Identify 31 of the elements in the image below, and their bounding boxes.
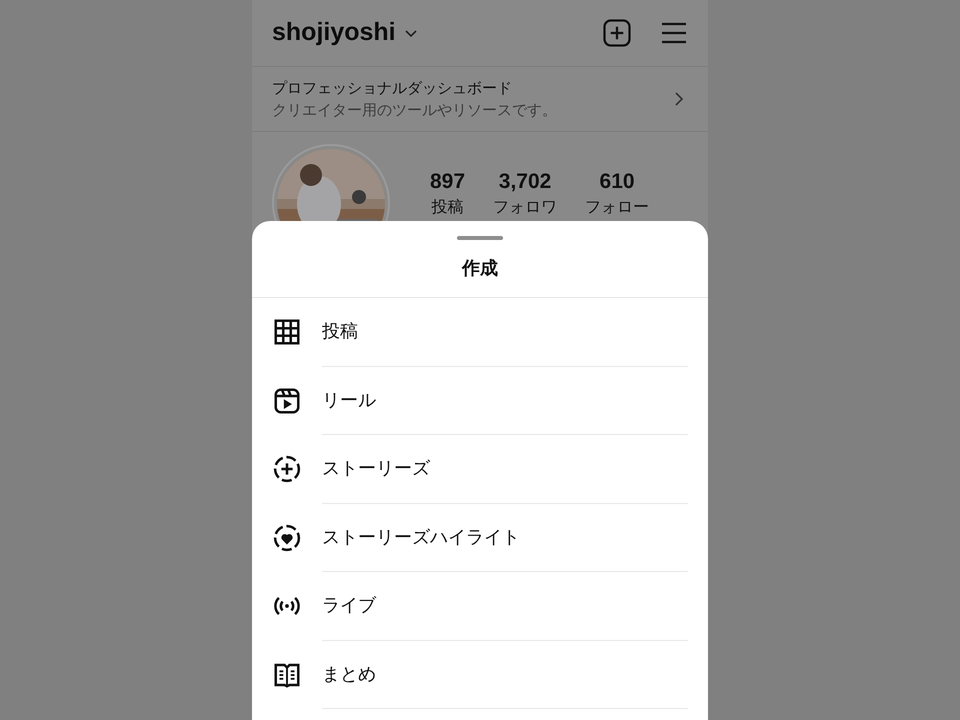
dashboard-link[interactable]: プロフェッショナルダッシュボード クリエイター用のツールやリソースです。: [252, 67, 708, 132]
stat-count: 610: [600, 169, 635, 195]
chevron-down-icon: [404, 28, 418, 38]
sheet-title: 作成: [462, 257, 498, 281]
menu-item-label: リール: [322, 388, 376, 413]
menu-item-label: ストーリーズ: [322, 457, 430, 482]
dashboard-title: プロフェッショナルダッシュボード: [272, 78, 513, 99]
menu-item[interactable]: ストーリーズハイライト: [252, 504, 708, 572]
dashboard-subtitle: クリエイター用のツールやリソースです。: [272, 100, 557, 121]
stat-label: 投稿: [432, 196, 464, 218]
clapperboard-play-icon: [272, 386, 302, 416]
menu-icon[interactable]: [660, 21, 688, 45]
menu-item-label: まとめ: [322, 662, 376, 687]
grid-icon: [272, 317, 302, 348]
menu-item[interactable]: ライブ: [252, 572, 708, 640]
menu-item-label: 投稿: [322, 320, 358, 344]
stat-count: 3,702: [498, 169, 552, 195]
stat-label: フォロー: [585, 196, 650, 218]
dashed-circle-plus-icon: [272, 454, 302, 484]
menu-item[interactable]: まとめ: [252, 640, 708, 709]
account-switcher[interactable]: shojiyoshi: [272, 14, 418, 52]
menu-item[interactable]: リール: [252, 366, 708, 435]
drag-handle[interactable]: [457, 236, 503, 240]
menu-item[interactable]: ストーリーズ: [252, 435, 708, 504]
menu-item[interactable]: 投稿: [252, 298, 708, 366]
menu-item-label: ストーリーズハイライト: [322, 526, 520, 550]
menu-item-label: ライブ: [322, 594, 376, 618]
stat-label: フォロワ: [493, 196, 558, 218]
stat-count: 897: [430, 169, 466, 195]
chevron-right-icon: [674, 91, 684, 107]
plus-square-icon[interactable]: [602, 18, 632, 48]
